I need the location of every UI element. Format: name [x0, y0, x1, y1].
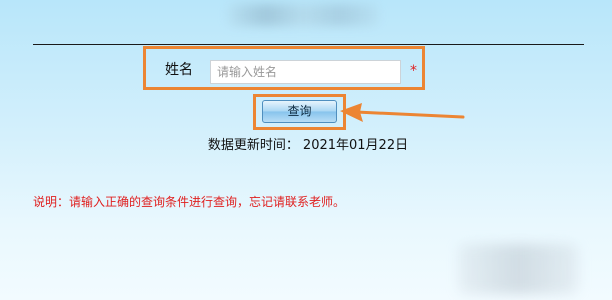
- query-button[interactable]: 查询: [262, 100, 337, 123]
- annotation-arrow-icon: [340, 103, 465, 122]
- name-label: 姓名: [165, 62, 193, 78]
- name-input[interactable]: [210, 60, 401, 84]
- update-time-value: 2021年01月22日: [302, 138, 409, 153]
- required-mark: *: [410, 63, 417, 79]
- header-divider: [33, 44, 584, 45]
- redacted-title: [228, 4, 378, 26]
- redacted-corner: [458, 244, 578, 294]
- update-time-label: 数据更新时间：: [207, 138, 299, 153]
- data-update-info: 数据更新时间： 2021年01月22日: [0, 137, 612, 155]
- instruction-note: 说明：请输入正确的查询条件进行查询，忘记请联系老师。: [33, 195, 346, 209]
